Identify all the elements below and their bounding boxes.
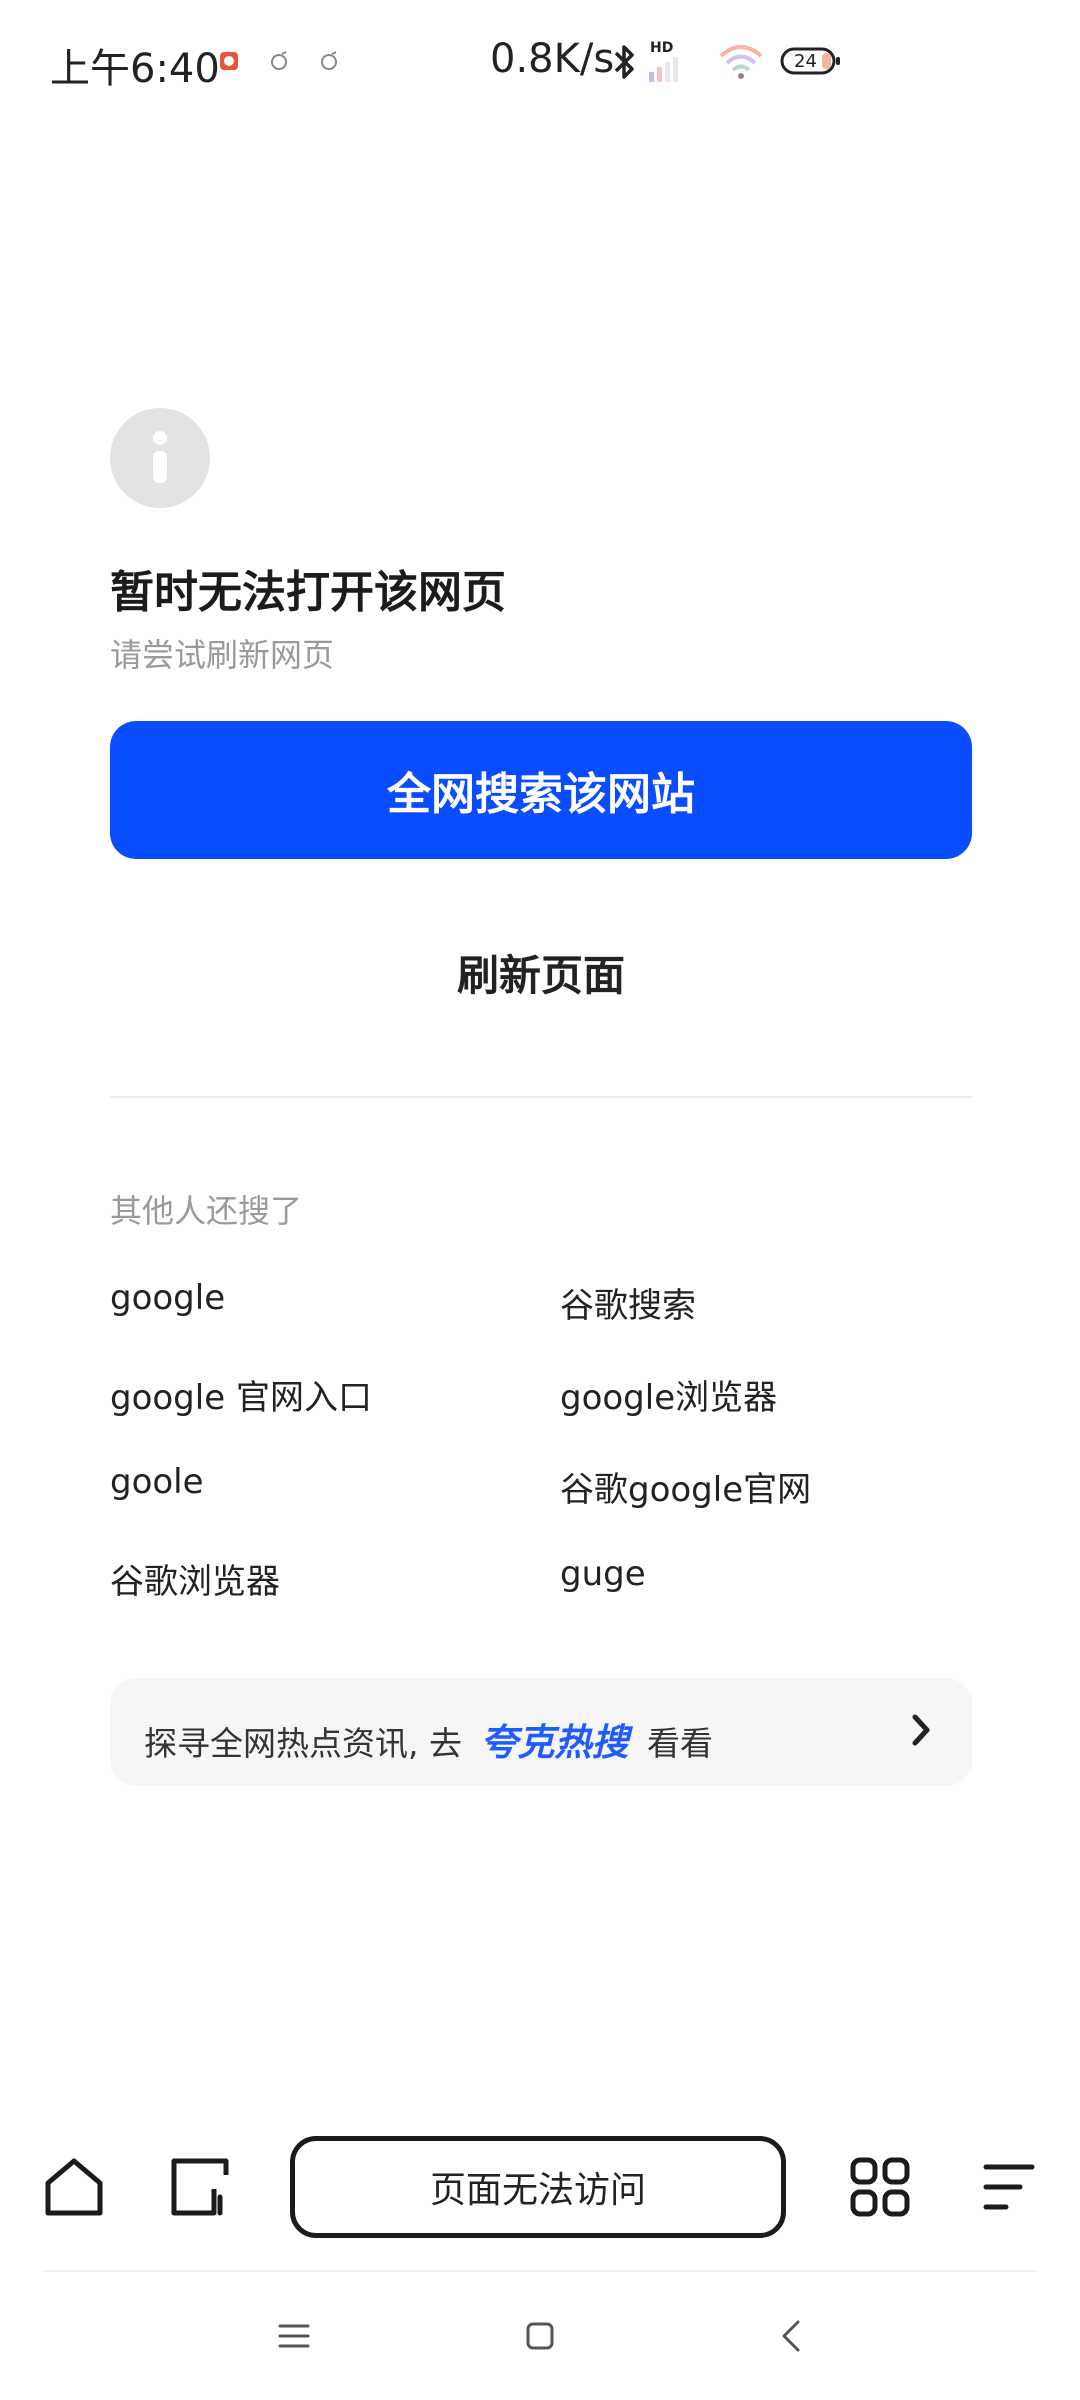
hot-search-banner[interactable]: 探寻全网热点资讯, 去 夸克热搜 看看 — [110, 1678, 972, 1786]
app-notification-icon — [321, 51, 337, 70]
divider — [110, 1096, 972, 1098]
related-search-item[interactable]: 谷歌浏览器 — [110, 1554, 280, 1603]
wifi-icon — [719, 45, 763, 79]
signal-icon — [649, 57, 678, 82]
app-notification-icon — [220, 52, 238, 70]
related-search-item[interactable]: goole — [110, 1462, 204, 1502]
related-search-item[interactable]: 谷歌google官网 — [560, 1462, 811, 1511]
home-button-icon[interactable] — [520, 2316, 560, 2356]
tabs-icon[interactable] — [168, 2155, 232, 2219]
hot-search-brand: 夸克热搜 — [480, 1721, 629, 1764]
chevron-right-icon — [912, 1714, 930, 1746]
status-time: 上午6:40 — [50, 46, 220, 92]
hot-search-suffix: 看看 — [646, 1724, 713, 1763]
network-speed: 0.8K/s — [490, 36, 615, 82]
home-icon[interactable] — [42, 2155, 106, 2219]
error-subtitle: 请尝试刷新网页 — [110, 636, 335, 674]
related-search-item[interactable]: google — [110, 1278, 225, 1318]
related-search-item[interactable]: google浏览器 — [560, 1370, 777, 1419]
refresh-page-button[interactable]: 刷新页面 — [110, 922, 972, 1022]
related-search-item[interactable]: 谷歌搜索 — [560, 1278, 696, 1327]
back-icon[interactable] — [772, 2316, 812, 2356]
related-search-item[interactable]: google 官网入口 — [110, 1370, 372, 1419]
hot-search-prefix: 探寻全网热点资讯, 去 — [144, 1724, 462, 1763]
related-search-item[interactable]: guge — [560, 1554, 646, 1594]
bluetooth-icon — [614, 45, 634, 79]
menu-icon[interactable] — [976, 2155, 1040, 2219]
status-icons: HD 24 — [612, 40, 842, 84]
info-icon — [110, 408, 210, 508]
status-bar: 上午6:40 0.8K/s HD 24 — [0, 0, 1080, 124]
bottom-divider — [44, 2270, 1036, 2272]
search-site-button[interactable]: 全网搜索该网站 — [110, 721, 972, 859]
apps-grid-icon[interactable] — [848, 2155, 912, 2219]
address-bar[interactable]: 页面无法访问 — [290, 2136, 786, 2238]
hot-search-text: 探寻全网热点资讯, 去 夸克热搜 看看 — [144, 1712, 713, 1766]
recent-apps-icon[interactable] — [274, 2316, 314, 2356]
app-notification-icon — [271, 51, 287, 70]
battery-level: 24 — [794, 51, 817, 72]
error-title: 暂时无法打开该网页 — [110, 567, 506, 618]
related-searches-heading: 其他人还搜了 — [110, 1192, 303, 1230]
